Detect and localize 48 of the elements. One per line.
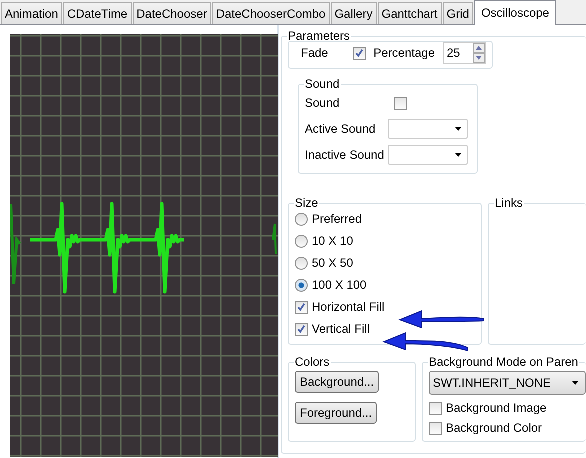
radio-label: Preferred <box>312 212 362 226</box>
tab[interactable]: Animation <box>1 2 62 24</box>
arrow-icon <box>382 332 470 354</box>
group-title: Colors <box>294 355 331 369</box>
group-title: Links <box>494 196 524 210</box>
radio-label: 50 X 50 <box>312 256 354 270</box>
tab[interactable]: DateChooser <box>132 2 212 24</box>
checkbox[interactable] <box>429 422 442 434</box>
checkbox[interactable] <box>429 402 442 414</box>
radio-label: 10 X 10 <box>312 234 354 248</box>
checkbox-label: Horizontal Fill <box>312 300 385 314</box>
group-title: Background Mode on Paren <box>428 355 580 369</box>
tab[interactable]: Gallery <box>330 2 377 24</box>
color-button[interactable]: Foreground... <box>295 402 378 424</box>
checkbox[interactable] <box>295 322 308 336</box>
up-arrow-icon[interactable] <box>473 43 485 53</box>
tab[interactable]: Oscilloscope <box>474 0 556 25</box>
checkbox-label: Percentage <box>374 46 435 60</box>
radio-button[interactable] <box>295 278 308 292</box>
radio-button[interactable] <box>295 234 308 248</box>
color-button[interactable]: Background... <box>295 371 380 393</box>
caret-icon <box>455 127 462 131</box>
group-title: Parameters <box>287 29 352 43</box>
radio-label: 100 X 100 <box>312 278 367 292</box>
tab[interactable]: Ganttchart <box>378 2 442 24</box>
checkbox[interactable] <box>394 96 407 110</box>
checkbox[interactable] <box>352 46 366 60</box>
inactive-sound-label: Inactive Sound <box>305 148 386 162</box>
fade-label: Fade <box>301 46 330 60</box>
tab[interactable]: CDateTime <box>63 2 132 24</box>
radio-button[interactable] <box>295 256 308 270</box>
tab[interactable]: Grid <box>442 2 474 24</box>
arrow-icon <box>398 308 486 330</box>
caret-icon <box>455 153 462 157</box>
mode-dropdown[interactable]: SWT.INHERIT_NONE <box>429 371 586 395</box>
sound-label: Sound <box>305 96 341 110</box>
down-arrow-icon[interactable] <box>473 53 485 63</box>
group-title: Sound <box>304 77 341 91</box>
checkbox-label: Background Image <box>446 401 547 415</box>
spinner-field[interactable]: 25 <box>443 42 486 64</box>
radio-button[interactable] <box>295 212 308 226</box>
group-title: Size <box>294 196 320 210</box>
tab[interactable]: DateChooserCombo <box>212 2 330 24</box>
checkbox[interactable] <box>295 300 308 314</box>
caret-icon <box>572 381 579 385</box>
active-sound-label: Active Sound <box>305 122 377 136</box>
checkbox-label: Vertical Fill <box>312 322 370 336</box>
checkbox-label: Background Color <box>446 421 542 435</box>
